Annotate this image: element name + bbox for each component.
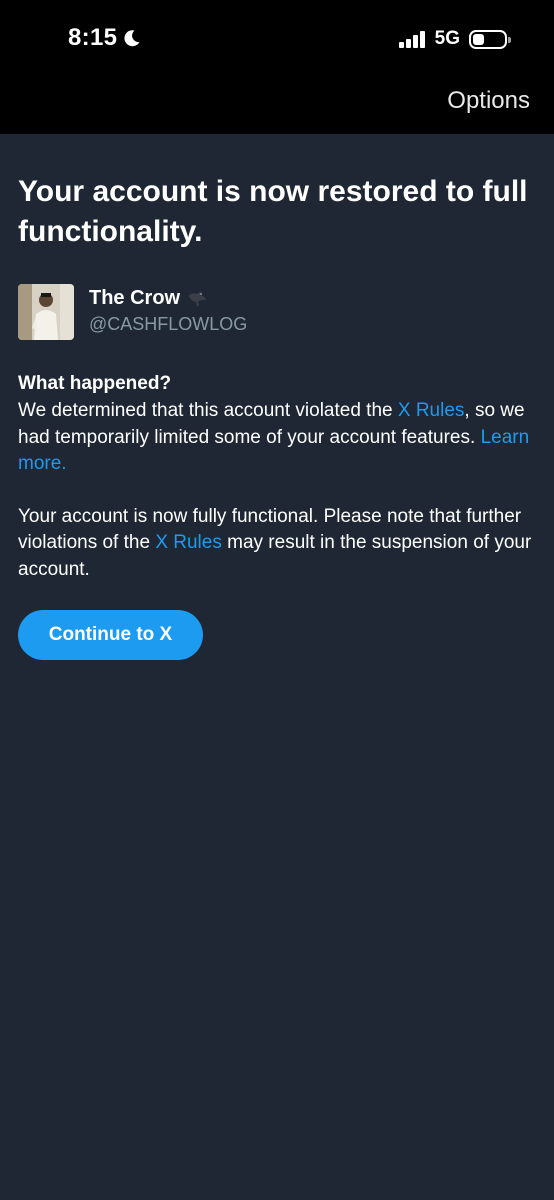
user-handle: @CASHFLOWLOG — [89, 314, 248, 334]
signal-icon — [398, 30, 427, 48]
status-time-label: 8:15 — [68, 24, 118, 51]
continue-button[interactable]: Continue to X — [18, 610, 203, 660]
section-heading: What happened? — [18, 373, 172, 394]
warning-paragraph: Your account is now fully functional. Pl… — [18, 504, 538, 584]
network-label: 5G — [434, 28, 460, 49]
display-name-label: The Crow — [89, 287, 181, 309]
battery-icon — [469, 29, 511, 49]
paragraph1-text-a: We determined that this account violated… — [18, 400, 398, 421]
status-time: 8:15 — [68, 24, 142, 52]
avatar — [18, 284, 74, 340]
page-title: Your account is now restored to full fun… — [18, 175, 528, 248]
status-indicators: 5G — [398, 28, 511, 50]
main-content: Your account is now restored to full fun… — [18, 172, 538, 660]
explanation-paragraph: We determined that this account violated… — [18, 398, 538, 478]
x-rules-link[interactable]: X Rules — [398, 400, 465, 421]
top-bar: 8:15 5G Options — [0, 0, 554, 134]
profile-card: The Crow @CASHFLOWLOG — [18, 284, 538, 340]
options-button[interactable]: Options — [447, 87, 530, 115]
moon-icon — [124, 30, 140, 47]
x-rules-link-2[interactable]: X Rules — [155, 532, 222, 553]
display-name: The Crow — [89, 286, 247, 310]
bird-icon — [188, 291, 207, 306]
